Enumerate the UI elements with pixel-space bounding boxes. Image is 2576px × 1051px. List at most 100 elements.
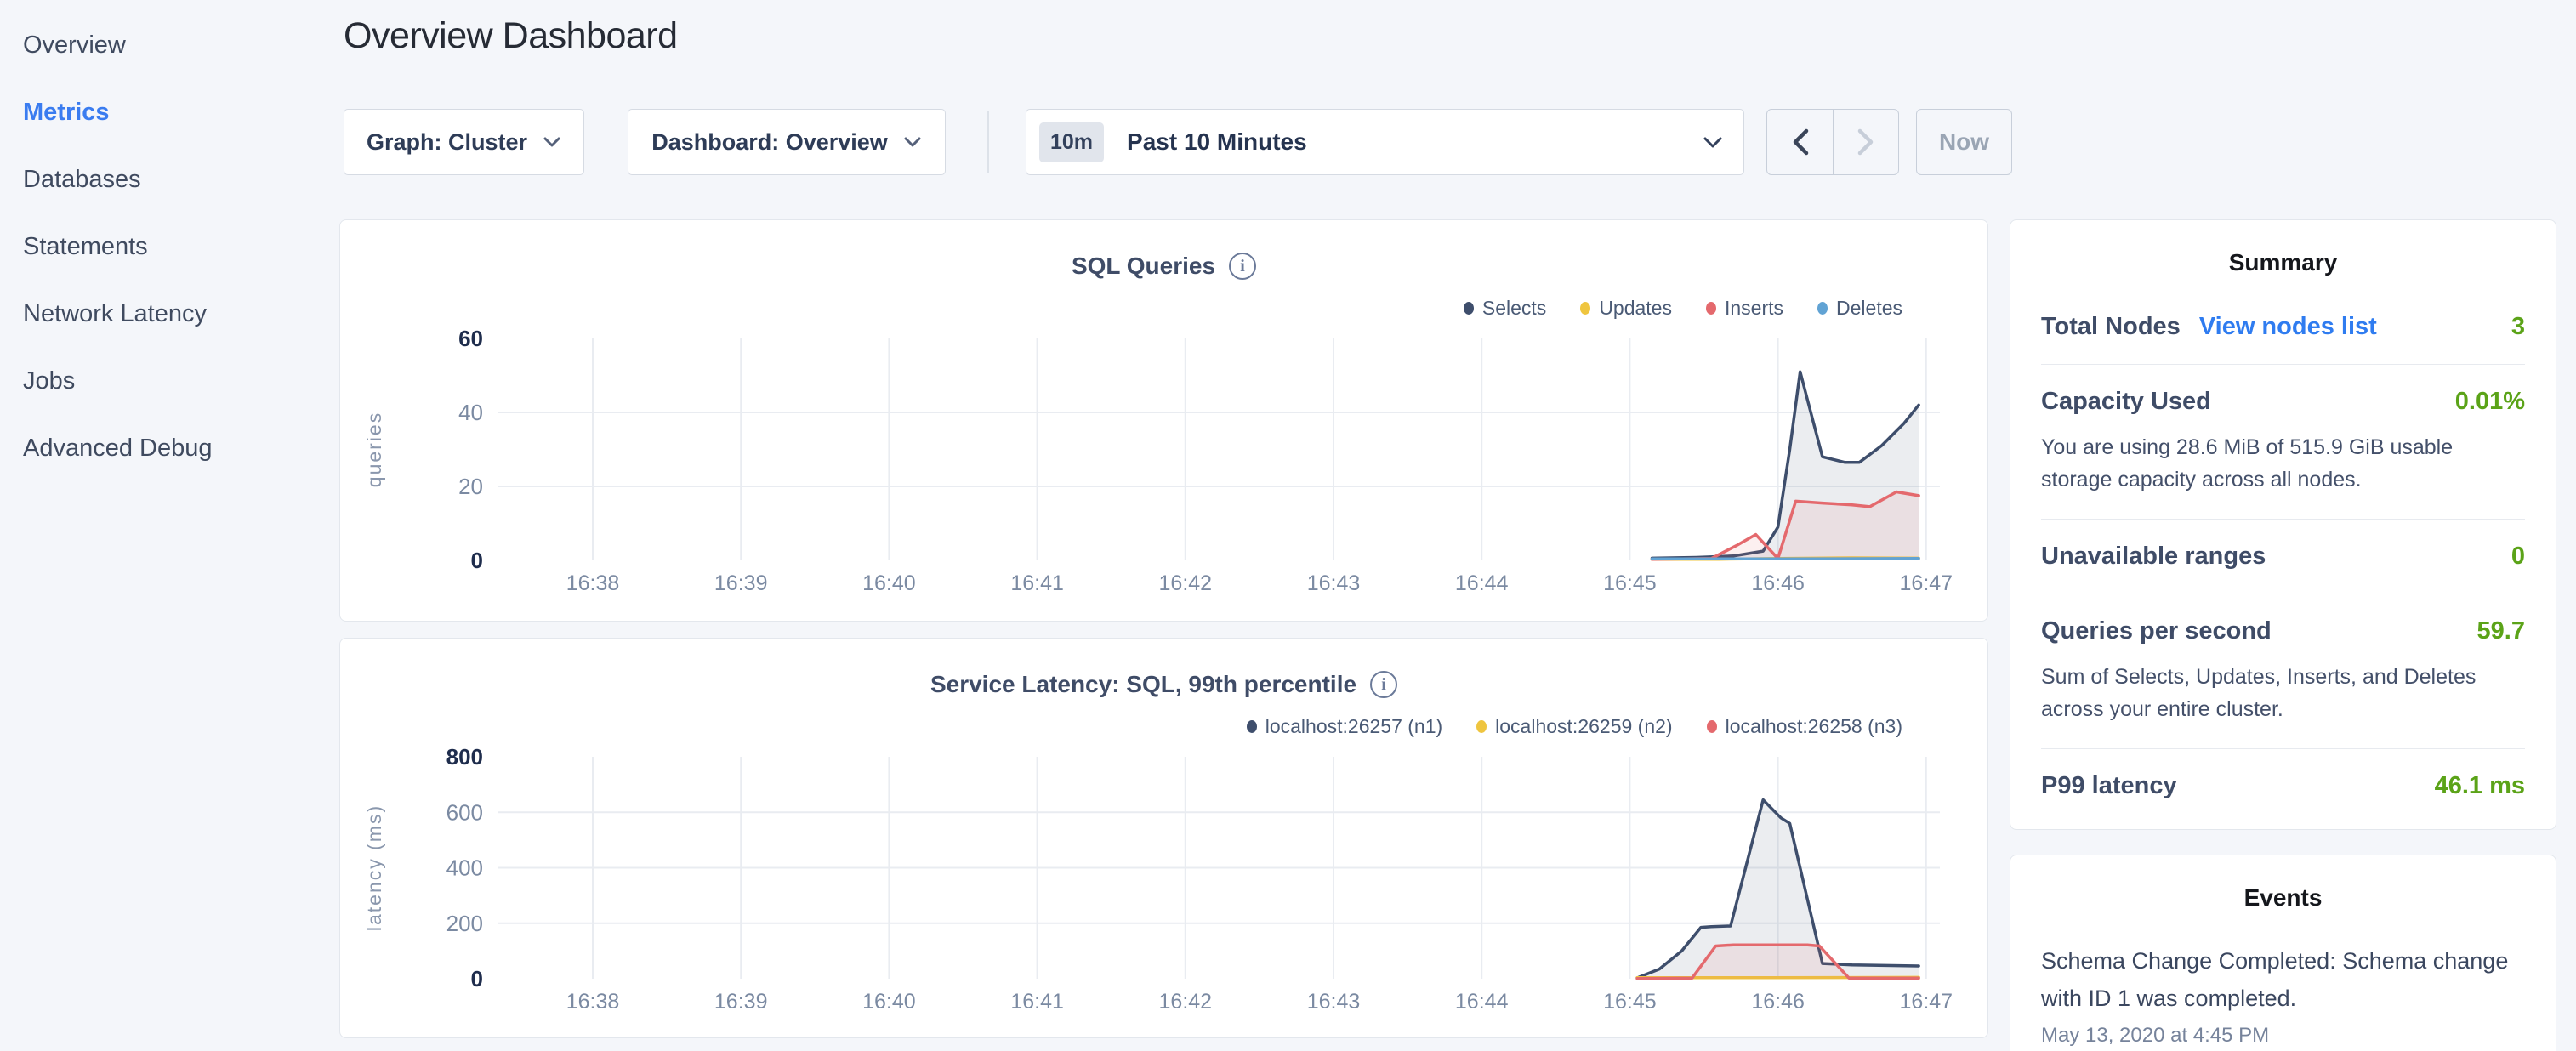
dashboard-dropdown-label: Dashboard: Overview	[651, 129, 888, 156]
svg-text:queries: queries	[363, 412, 385, 487]
summary-row-value: 0.01%	[2455, 388, 2525, 416]
legend-item: localhost:26257 (n1)	[1247, 715, 1442, 738]
legend-dot-icon	[1476, 720, 1487, 733]
summary-row: Unavailable ranges 0	[2041, 519, 2525, 594]
time-range-selector[interactable]: 10m Past 10 Minutes	[1026, 109, 1744, 175]
svg-text:16:38: 16:38	[566, 990, 620, 1014]
summary-row-value: 3	[2511, 313, 2525, 341]
controls-divider	[987, 111, 989, 173]
svg-text:60: 60	[458, 326, 483, 351]
time-range-label: Past 10 Minutes	[1127, 128, 1307, 156]
legend-item: Deletes	[1817, 297, 1902, 320]
summary-row: Queries per second59.7Sum of Selects, Up…	[2041, 594, 2525, 748]
svg-text:16:46: 16:46	[1751, 990, 1805, 1014]
summary-row-subtext: You are using 28.6 MiB of 515.9 GiB usab…	[2041, 431, 2525, 496]
sidebar-nav: OverviewMetricsDatabasesStatementsNetwor…	[0, 0, 340, 1051]
svg-text:16:45: 16:45	[1603, 571, 1657, 595]
svg-text:20: 20	[458, 474, 483, 499]
chevron-left-icon	[1790, 128, 1811, 156]
events-title: Events	[2041, 855, 2525, 925]
sidebar-item-advanced-debug[interactable]: Advanced Debug	[23, 415, 340, 482]
legend-label: localhost:26257 (n1)	[1265, 715, 1442, 738]
time-step-back-button[interactable]	[1767, 110, 1833, 174]
events-panel: Events Schema Change Completed: Schema c…	[2010, 855, 2556, 1051]
legend-item: localhost:26258 (n3)	[1707, 715, 1902, 738]
summary-row-label: Unavailable ranges	[2041, 543, 2266, 571]
chart-title: SQL Queries	[1072, 253, 1215, 280]
svg-text:16:45: 16:45	[1603, 990, 1657, 1014]
event-message[interactable]: Schema Change Completed: Schema change w…	[2041, 942, 2525, 1017]
graph-scope-dropdown-label: Graph: Cluster	[367, 129, 527, 156]
summary-panel: Summary Total NodesView nodes list3Capac…	[2010, 219, 2556, 830]
svg-text:16:42: 16:42	[1159, 990, 1213, 1014]
legend-dot-icon	[1706, 302, 1716, 315]
svg-text:0: 0	[471, 966, 483, 991]
legend-dot-icon	[1464, 302, 1474, 315]
summary-row-value: 46.1 ms	[2435, 772, 2525, 800]
svg-text:600: 600	[446, 799, 483, 825]
summary-row-label: Total Nodes	[2041, 313, 2181, 341]
page: OverviewMetricsDatabasesStatementsNetwor…	[0, 0, 2576, 1051]
chart-title: Service Latency: SQL, 99th percentile	[930, 671, 1356, 698]
svg-text:16:42: 16:42	[1159, 571, 1213, 595]
dashboard-dropdown[interactable]: Dashboard: Overview	[628, 109, 946, 175]
chevron-down-icon	[543, 136, 561, 148]
chevron-right-icon	[1856, 128, 1876, 156]
sidebar-item-metrics[interactable]: Metrics	[23, 79, 340, 146]
svg-text:16:43: 16:43	[1307, 571, 1361, 595]
legend-dot-icon	[1707, 720, 1717, 733]
chevron-down-icon	[903, 136, 922, 148]
svg-text:16:39: 16:39	[714, 571, 768, 595]
legend-label: Inserts	[1725, 297, 1783, 320]
info-icon[interactable]: i	[1229, 253, 1256, 280]
svg-text:200: 200	[446, 911, 483, 936]
legend-item: Inserts	[1706, 297, 1783, 320]
service-latency-plot: 16:3816:3916:4016:4116:4216:4316:4416:45…	[340, 741, 1987, 1038]
now-button[interactable]: Now	[1916, 109, 2012, 175]
chevron-down-icon	[1703, 136, 1723, 149]
summary-rows: Total Nodes View nodes list 3 Capacity Used…	[2041, 290, 2525, 823]
svg-text:40: 40	[458, 400, 483, 425]
view-nodes-list-link[interactable]: View nodes list	[2199, 313, 2377, 341]
svg-text:16:38: 16:38	[566, 571, 620, 595]
svg-text:16:46: 16:46	[1751, 571, 1805, 595]
info-icon[interactable]: i	[1370, 671, 1397, 698]
svg-text:400: 400	[446, 855, 483, 881]
sidebar-item-statements[interactable]: Statements	[23, 213, 340, 281]
svg-text:16:41: 16:41	[1010, 571, 1064, 595]
sql-queries-chart-card: SQL Queries i SelectsUpdatesInsertsDelet…	[339, 219, 1988, 622]
sql-queries-plot: 16:3816:3916:4016:4116:4216:4316:4416:45…	[340, 322, 1987, 620]
service-latency-chart-card: Service Latency: SQL, 99th percentile i …	[339, 638, 1988, 1038]
legend-dot-icon	[1817, 302, 1828, 315]
legend-dot-icon	[1580, 302, 1590, 315]
legend-item: Selects	[1464, 297, 1546, 320]
legend-item: localhost:26259 (n2)	[1476, 715, 1672, 738]
svg-text:16:44: 16:44	[1455, 571, 1509, 595]
svg-text:16:44: 16:44	[1455, 990, 1509, 1014]
svg-text:16:47: 16:47	[1900, 990, 1953, 1014]
svg-text:16:43: 16:43	[1307, 990, 1361, 1014]
summary-row-label: Capacity Used	[2041, 388, 2211, 416]
graph-scope-dropdown[interactable]: Graph: Cluster	[344, 109, 584, 175]
svg-text:16:39: 16:39	[714, 990, 768, 1014]
legend-label: Deletes	[1836, 297, 1902, 320]
chart-legend: SelectsUpdatesInsertsDeletes	[1464, 297, 1902, 320]
sidebar-item-overview[interactable]: Overview	[23, 12, 340, 79]
svg-text:16:47: 16:47	[1900, 571, 1953, 595]
summary-row: Total Nodes View nodes list 3	[2041, 290, 2525, 364]
event-list: Schema Change Completed: Schema change w…	[2041, 942, 2525, 1048]
sidebar-item-network-latency[interactable]: Network Latency	[23, 281, 340, 348]
time-step-forward-button[interactable]	[1833, 110, 1898, 174]
svg-text:latency (ms): latency (ms)	[363, 804, 385, 931]
time-range-badge: 10m	[1039, 122, 1104, 162]
sidebar-item-jobs[interactable]: Jobs	[23, 348, 340, 415]
summary-row-subtext: Sum of Selects, Updates, Inserts, and De…	[2041, 661, 2525, 725]
sidebar-item-databases[interactable]: Databases	[23, 146, 340, 213]
svg-text:0: 0	[471, 548, 483, 573]
summary-row-label: Queries per second	[2041, 617, 2272, 645]
summary-row-label: P99 latency	[2041, 772, 2177, 800]
legend-label: localhost:26259 (n2)	[1495, 715, 1672, 738]
summary-row-value: 0	[2511, 543, 2525, 571]
legend-label: localhost:26258 (n3)	[1726, 715, 1902, 738]
summary-row: Capacity Used 0.01% You are using 28.6 MiB…	[2041, 364, 2525, 519]
